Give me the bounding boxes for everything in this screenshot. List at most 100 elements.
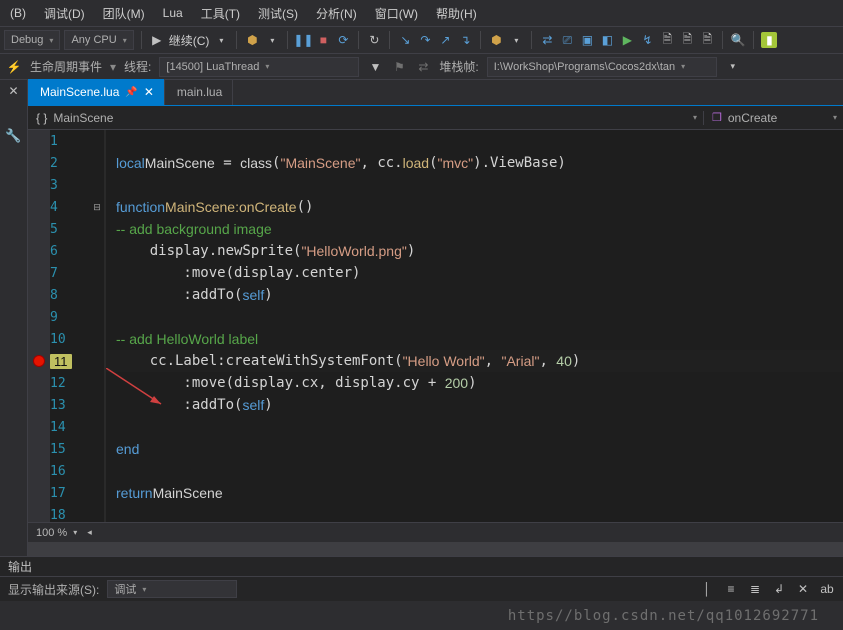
scope-combo[interactable]: { } MainScene ▾ [28, 111, 703, 125]
stop-icon[interactable]: ■ [315, 32, 331, 48]
code-line[interactable]: :addTo(self) [106, 284, 843, 306]
tool-a-icon[interactable]: ⇄ [539, 32, 555, 48]
breakpoint-icon[interactable] [33, 355, 45, 367]
flag-icon[interactable]: ⚑ [391, 59, 407, 75]
code-line[interactable]: cc.Label:createWithSystemFont("Hello Wor… [106, 350, 843, 372]
thread-combo[interactable]: [14500] LuaThread▾ [159, 57, 359, 77]
menu-item[interactable]: 团队(M) [97, 3, 151, 24]
tab-mainscene[interactable]: MainScene.lua 📌 ✕ [28, 79, 165, 105]
tool-c-icon[interactable]: ▣ [579, 32, 595, 48]
doc-a-icon[interactable]: 🗎 [659, 32, 675, 48]
code-body[interactable]: local MainScene = class("MainScene", cc.… [104, 130, 843, 522]
wrench-icon[interactable]: 🔧 [5, 128, 21, 144]
config-combo[interactable]: Debug▾ [4, 30, 60, 50]
out-ico-6[interactable]: ab [819, 581, 835, 597]
h-scrollbar[interactable] [28, 542, 843, 556]
tool-d-icon[interactable]: ◧ [599, 32, 615, 48]
code-line[interactable]: :move(display.center) [106, 262, 843, 284]
menu-item[interactable]: 分析(N) [310, 3, 363, 24]
out-ico-2[interactable]: ≡ [723, 581, 739, 597]
output-window: 输出 显示输出来源(S): 调试▾ │ ≡ ≣ ↲ ✕ ab https//bl… [0, 556, 843, 601]
code-line[interactable] [106, 504, 843, 522]
out-ico-4[interactable]: ↲ [771, 581, 787, 597]
menu-item[interactable]: 测试(S) [252, 3, 304, 24]
main-toolbar: Debug▾ Any CPU▾ ▶ 继续(C) ▾ ⬢ ▾ ❚❚ ■ ⟳ ↻ ↘… [0, 26, 843, 54]
pause-icon[interactable]: ❚❚ [295, 32, 311, 48]
out-ico-1[interactable]: │ [699, 581, 715, 597]
code-line[interactable]: return MainScene [106, 482, 843, 504]
debug-context-bar: ⚡ 生命周期事件 ▾ 线程: [14500] LuaThread▾ ▼ ⚑ ⇄ … [0, 54, 843, 80]
close-tool-icon[interactable]: ✕ [8, 84, 18, 98]
filter-icon[interactable]: ▼ [367, 59, 383, 75]
tool-f-icon[interactable]: ↯ [639, 32, 655, 48]
tool-b-icon[interactable]: ⎚ [559, 32, 575, 48]
menu-item[interactable]: 帮助(H) [430, 3, 483, 24]
tool-e-icon[interactable]: ▶ [619, 32, 635, 48]
menu-item[interactable]: 工具(T) [195, 3, 246, 24]
code-line[interactable]: function MainScene:onCreate() [106, 196, 843, 218]
hex2-icon[interactable]: ⬢ [488, 32, 504, 48]
continue-icon[interactable]: ▶ [149, 32, 165, 48]
breakpoint-gutter[interactable] [28, 130, 50, 522]
output-toolbar: 显示输出来源(S): 调试▾ │ ≡ ≣ ↲ ✕ ab https//blog.… [0, 577, 843, 601]
continue-button[interactable]: 继续(C) [169, 32, 210, 49]
life-events-icon[interactable]: ⚡ [6, 59, 22, 75]
tab-label: MainScene.lua [40, 85, 119, 99]
code-line[interactable]: local MainScene = class("MainScene", cc.… [106, 152, 843, 174]
caret2-icon[interactable]: ▾ [508, 32, 524, 48]
caret-icon[interactable]: ▾ [264, 32, 280, 48]
menu-item[interactable]: 窗口(W) [369, 3, 424, 24]
code-line[interactable]: :move(display.cx, display.cy + 200) [106, 372, 843, 394]
cube-icon: ❒ [712, 111, 722, 124]
step-over-icon[interactable]: ↷ [417, 32, 433, 48]
code-line[interactable]: end [106, 438, 843, 460]
swap-icon[interactable]: ⇄ [415, 59, 431, 75]
dropdown-icon[interactable]: ▾ [213, 32, 229, 48]
code-line[interactable]: :addTo(self) [106, 394, 843, 416]
code-line[interactable] [106, 174, 843, 196]
tab-label: main.lua [177, 85, 222, 99]
out-ico-5[interactable]: ✕ [795, 581, 811, 597]
search-icon[interactable]: 🔍 [730, 32, 746, 48]
menu-bar: (B) 调试(D) 团队(M) Lua 工具(T) 测试(S) 分析(N) 窗口(W) 帮助(H… [0, 0, 843, 26]
watermark: https//blog.csdn.net/qq1012692771 [508, 608, 819, 624]
code-area[interactable]: 123456789101112131415161718 ⊟ local Main… [28, 130, 843, 522]
code-line[interactable] [106, 130, 843, 152]
doc-b-icon[interactable]: 🗎 [679, 32, 695, 48]
code-line[interactable]: -- add HelloWorld label [106, 328, 843, 350]
out-ico-3[interactable]: ≣ [747, 581, 763, 597]
menu-item[interactable]: 调试(D) [38, 3, 91, 24]
doc-c-icon[interactable]: 🗎 [699, 32, 715, 48]
hex-icon[interactable]: ⬢ [244, 32, 260, 48]
tab-main[interactable]: main.lua [165, 79, 233, 105]
code-line[interactable] [106, 306, 843, 328]
menu-item[interactable]: (B) [4, 4, 32, 22]
close-icon[interactable]: ✕ [144, 85, 154, 99]
member-combo[interactable]: ❒ onCreate ▾ [703, 111, 843, 125]
code-line[interactable] [106, 460, 843, 482]
refresh-icon[interactable]: ↻ [366, 32, 382, 48]
thread-label: 线程: [124, 58, 151, 75]
output-source-label: 显示输出来源(S): [8, 581, 99, 598]
pin-icon[interactable]: 📌 [125, 87, 137, 98]
zoom-bar[interactable]: 100 %▾ ◂ [28, 522, 843, 542]
output-title: 输出 [0, 557, 843, 577]
tab-strip: MainScene.lua 📌 ✕ main.lua [28, 80, 843, 106]
code-line[interactable]: -- add background image [106, 218, 843, 240]
stack-caret-icon[interactable]: ▾ [725, 59, 741, 75]
output-source-combo[interactable]: 调试▾ [107, 580, 237, 598]
code-line[interactable] [106, 416, 843, 438]
step-icon[interactable]: ↴ [457, 32, 473, 48]
step-into-icon[interactable]: ↘ [397, 32, 413, 48]
menu-item[interactable]: Lua [157, 4, 189, 22]
nav-bar: { } MainScene ▾ ❒ onCreate ▾ [28, 106, 843, 130]
editor-pane: MainScene.lua 📌 ✕ main.lua { } MainScene… [28, 80, 843, 556]
life-events-label: 生命周期事件 [30, 58, 102, 75]
restart-icon[interactable]: ⟳ [335, 32, 351, 48]
platform-combo[interactable]: Any CPU▾ [64, 30, 133, 50]
fold-gutter[interactable]: ⊟ [90, 130, 104, 522]
step-out-icon[interactable]: ↗ [437, 32, 453, 48]
code-line[interactable]: display.newSprite("HelloWorld.png") [106, 240, 843, 262]
android-icon[interactable]: ▮ [761, 32, 777, 48]
stackframe-combo[interactable]: I:\WorkShop\Programs\Cocos2dx\tan▾ [487, 57, 717, 77]
